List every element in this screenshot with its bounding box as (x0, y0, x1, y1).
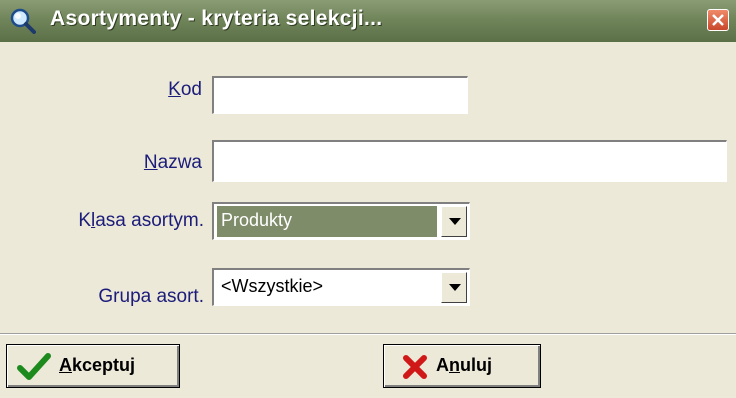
form-area: Kod Nazwa Klasa asortym. Produkty Grupa … (0, 42, 736, 332)
kod-label-rest: od (180, 79, 202, 100)
nazwa-label: Nazwa (143, 152, 202, 173)
cancel-label: Anuluj (436, 355, 492, 375)
chevron-down-icon (449, 218, 461, 225)
cancel-button[interactable]: Anuluj (383, 344, 541, 388)
separator (0, 333, 736, 335)
nazwa-field[interactable] (212, 140, 727, 182)
nazwa-input[interactable] (214, 142, 726, 181)
kod-field[interactable] (212, 76, 468, 114)
close-icon (712, 14, 724, 26)
grupa-selected-value: <Wszystkie> (221, 276, 324, 296)
kod-input[interactable] (214, 78, 467, 113)
grupa-select[interactable]: <Wszystkie> (212, 268, 470, 306)
accept-button[interactable]: Akceptuj (6, 344, 180, 388)
dialog-window: Asortymenty - kryteria selekcji... Kod N… (0, 0, 736, 398)
kod-label: Kod (168, 79, 202, 100)
magnifier-icon (10, 8, 36, 34)
klasa-dropdown-button[interactable] (441, 206, 467, 237)
checkmark-icon (17, 353, 51, 386)
close-button[interactable] (707, 9, 729, 31)
nazwa-label-rest: azwa (157, 152, 202, 173)
chevron-down-icon (449, 284, 461, 291)
x-cross-icon (402, 354, 428, 385)
klasa-label: Klasa asortym. (20, 210, 204, 232)
klasa-select[interactable]: Produkty (212, 202, 470, 240)
grupa-dropdown-button[interactable] (441, 272, 467, 303)
title-bar[interactable]: Asortymenty - kryteria selekcji... (0, 0, 736, 42)
klasa-label-pre: K (78, 210, 91, 231)
grupa-label: Grupa asort. (98, 286, 204, 307)
accept-label: Akceptuj (59, 355, 136, 375)
klasa-label-rest: asa asortym. (95, 210, 204, 231)
klasa-selected-value: Produkty (217, 206, 437, 237)
window-title: Asortymenty - kryteria selekcji... (50, 7, 383, 30)
